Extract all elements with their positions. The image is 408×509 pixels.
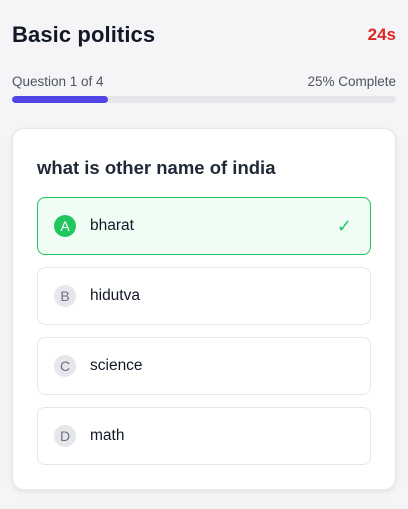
question-counter: Question 1 of 4 xyxy=(12,74,104,89)
quiz-title: Basic politics xyxy=(12,22,156,47)
answer-options: A bharat ✓ B hidutva C science D math xyxy=(37,197,371,477)
progress-labels: Question 1 of 4 25% Complete xyxy=(12,74,396,89)
percent-complete: 25% Complete xyxy=(307,74,396,89)
check-icon: ✓ xyxy=(336,215,352,236)
progress-bar xyxy=(12,96,396,103)
answer-option-d[interactable]: D math xyxy=(37,407,371,465)
option-letter-badge: A xyxy=(54,215,76,237)
option-letter-badge: B xyxy=(54,285,76,307)
option-label: hidutva xyxy=(90,287,140,304)
option-label: bharat xyxy=(90,217,134,234)
option-letter-badge: D xyxy=(54,425,76,447)
quiz-header: Basic politics 24s xyxy=(12,18,396,52)
question-text: what is other name of india xyxy=(37,157,276,178)
option-label: science xyxy=(90,357,143,374)
option-letter-badge: C xyxy=(54,355,76,377)
question-card: what is other name of india A bharat ✓ B… xyxy=(12,128,396,490)
answer-option-b[interactable]: B hidutva xyxy=(37,267,371,325)
answer-option-c[interactable]: C science xyxy=(37,337,371,395)
quiz-page: Basic politics 24s Question 1 of 4 25% C… xyxy=(0,0,408,509)
answer-option-a[interactable]: A bharat ✓ xyxy=(37,197,371,255)
countdown-timer: 24s xyxy=(367,25,396,44)
progress-bar-fill xyxy=(12,96,108,103)
option-label: math xyxy=(90,427,125,444)
